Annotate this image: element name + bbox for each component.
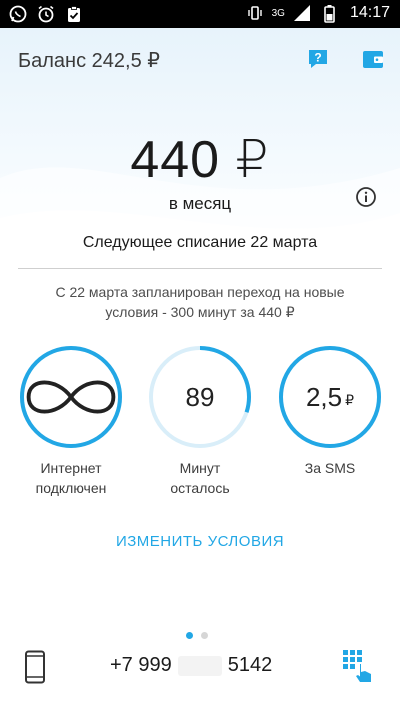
monthly-price: 440 ₽ [130,131,270,189]
vibrate-icon [247,6,262,20]
balance-label: Баланс 242,5 ₽ [18,50,160,72]
sms-price-value: 2,5 [305,381,343,412]
dialpad-tap-icon[interactable] [340,648,374,684]
price-period: в месяц [168,194,232,213]
sms-label: За SMS [304,460,356,476]
internet-gauge[interactable] [18,344,124,450]
help-icon[interactable]: ? [307,48,329,70]
clipboard-check-icon [68,6,80,22]
page-dot[interactable] [201,632,208,639]
whatsapp-icon [9,5,27,23]
page-indicator [186,632,208,639]
internet-label: Интернет подключен [35,460,107,496]
battery-icon [324,5,335,23]
ruble-sign: ₽ [345,391,355,408]
change-conditions-link[interactable]: ИЗМЕНИТЬ УСЛОВИЯ [0,533,400,550]
svg-text:?: ? [314,51,321,65]
alarm-icon [38,5,54,23]
tariff-change-notice: С 22 марта запланирован переход на новые… [55,284,345,320]
network-type: 3G [271,7,285,19]
minutes-label: Минут осталось [170,460,230,496]
infinity-icon [18,344,124,450]
sms-price-gauge[interactable]: 2,5 ₽ [277,344,383,450]
info-icon[interactable] [355,186,377,208]
signal-icon [293,5,310,21]
minutes-gauge[interactable]: 89 [147,344,253,450]
phone-icon[interactable] [24,650,46,684]
minutes-remaining-value: 89 [185,381,215,412]
wallet-icon[interactable] [361,48,385,70]
phone-number: +7 999 5142 [110,654,273,676]
page-dot[interactable] [186,632,193,639]
next-charge-date: Следующее списание 22 марта [82,234,318,251]
status-bar: 3G 14:17 [0,0,400,28]
masked-digits [177,655,222,676]
clock: 14:17 [349,4,390,21]
divider [18,268,382,269]
